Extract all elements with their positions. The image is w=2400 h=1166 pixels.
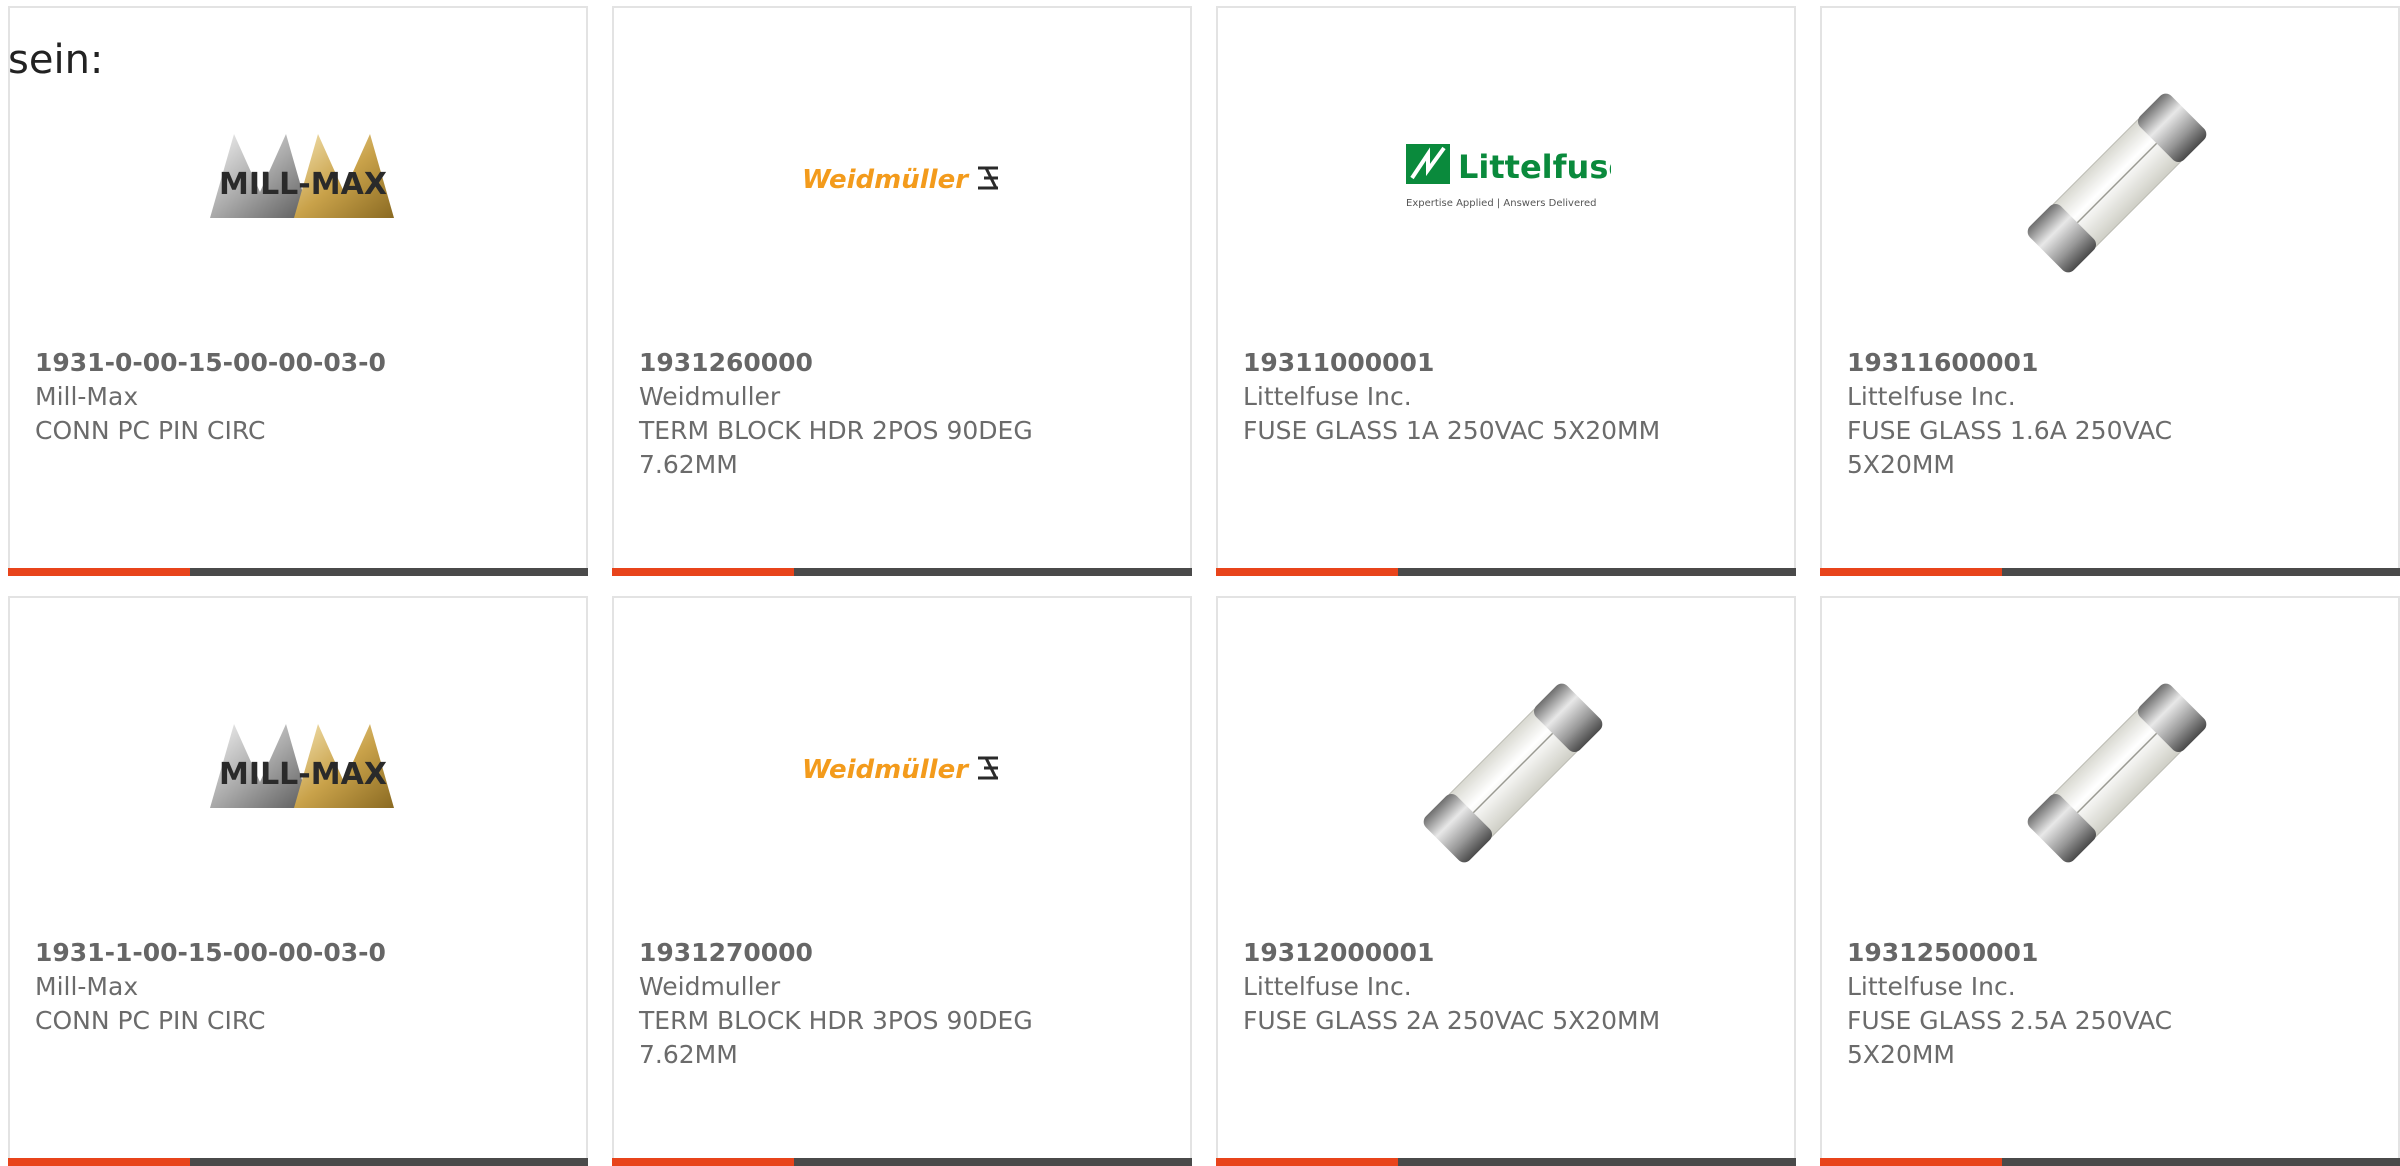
glass-fuse-icon xyxy=(2027,93,2207,273)
product-image xyxy=(1822,8,2398,338)
manufacturer: Weidmuller xyxy=(639,382,781,411)
product-card-19311000001[interactable]: Littelfuse Expertise Applied | Answers D… xyxy=(1216,6,1796,576)
card-bottom-bar xyxy=(612,1158,1192,1166)
description: FUSE GLASS 1A 250VAC 5X20MM xyxy=(1243,416,1661,445)
svg-text:Expertise Applied | Answers De: Expertise Applied | Answers Delivered xyxy=(1406,198,1597,209)
product-card-19311600001[interactable]: 19311600001 Littelfuse Inc. FUSE GLASS 1… xyxy=(1820,6,2400,576)
product-card-1931260000[interactable]: Weidmüller 1931260000 Weidmuller TERM BL… xyxy=(612,6,1192,576)
description: TERM BLOCK HDR 2POS 90DEG 7.62MM xyxy=(639,416,1033,479)
description: CONN PC PIN CIRC xyxy=(35,1006,266,1035)
description: FUSE GLASS 1.6A 250VAC 5X20MM xyxy=(1847,416,2173,479)
description: CONN PC PIN CIRC xyxy=(35,416,266,445)
mill-max-logo-icon: MILL-MAX xyxy=(210,724,394,808)
part-number[interactable]: 1931270000 xyxy=(639,936,1069,970)
svg-text:MILL-MAX: MILL-MAX xyxy=(219,757,387,792)
manufacturer: Littelfuse Inc. xyxy=(1847,382,2016,411)
product-card-19312000001[interactable]: 19312000001 Littelfuse Inc. FUSE GLASS 2… xyxy=(1216,596,1796,1166)
card-bottom-bar xyxy=(612,568,1192,576)
product-image: Weidmüller xyxy=(614,8,1190,338)
svg-text:MILL-MAX: MILL-MAX xyxy=(219,167,387,202)
part-number[interactable]: 19311600001 xyxy=(1847,346,2277,380)
product-card-1931-0-00-15-00-00-03-0[interactable]: MILL-MAX 1931-0-00-15-00-00-03-0 Mill-Ma… xyxy=(8,6,588,576)
svg-text:Weidmüller: Weidmüller xyxy=(802,165,970,195)
product-grid: MILL-MAX 1931-0-00-15-00-00-03-0 Mill-Ma… xyxy=(8,6,2400,1166)
card-bottom-bar xyxy=(1820,568,2400,576)
svg-text:Weidmüller: Weidmüller xyxy=(802,755,970,785)
product-card-1931-1-00-15-00-00-03-0[interactable]: MILL-MAX 1931-1-00-15-00-00-03-0 Mill-Ma… xyxy=(8,596,588,1166)
description: TERM BLOCK HDR 3POS 90DEG 7.62MM xyxy=(639,1006,1033,1069)
manufacturer: Weidmuller xyxy=(639,972,781,1001)
card-bottom-bar xyxy=(8,568,588,576)
weidmuller-logo-icon: Weidmüller xyxy=(802,165,998,195)
product-image: Littelfuse Expertise Applied | Answers D… xyxy=(1218,8,1794,338)
part-number[interactable]: 19311000001 xyxy=(1243,346,1673,380)
product-image xyxy=(1822,598,2398,928)
product-image: Weidmüller xyxy=(614,598,1190,928)
description: FUSE GLASS 2A 250VAC 5X20MM xyxy=(1243,1006,1661,1035)
product-card-19312500001[interactable]: 19312500001 Littelfuse Inc. FUSE GLASS 2… xyxy=(1820,596,2400,1166)
card-bottom-bar xyxy=(8,1158,588,1166)
part-number[interactable]: 1931-0-00-15-00-00-03-0 xyxy=(35,346,465,380)
part-number[interactable]: 1931260000 xyxy=(639,346,1069,380)
manufacturer: Littelfuse Inc. xyxy=(1847,972,2016,1001)
card-bottom-bar xyxy=(1216,1158,1796,1166)
product-card-1931270000[interactable]: Weidmüller 1931270000 Weidmuller TERM BL… xyxy=(612,596,1192,1166)
manufacturer: Mill-Max xyxy=(35,382,139,411)
manufacturer: Mill-Max xyxy=(35,972,139,1001)
weidmuller-logo-icon: Weidmüller xyxy=(802,755,998,785)
glass-fuse-icon xyxy=(2027,683,2207,863)
card-bottom-bar xyxy=(1820,1158,2400,1166)
part-number[interactable]: 1931-1-00-15-00-00-03-0 xyxy=(35,936,465,970)
description: FUSE GLASS 2.5A 250VAC 5X20MM xyxy=(1847,1006,2173,1069)
manufacturer: Littelfuse Inc. xyxy=(1243,972,1412,1001)
product-image xyxy=(1218,598,1794,928)
product-image: MILL-MAX xyxy=(10,598,586,928)
littelfuse-logo-icon: Littelfuse Expertise Applied | Answers D… xyxy=(1406,144,1611,209)
glass-fuse-icon xyxy=(1423,683,1603,863)
mill-max-logo-icon: MILL-MAX xyxy=(210,134,394,218)
card-bottom-bar xyxy=(1216,568,1796,576)
page-heading: sein: xyxy=(8,37,104,83)
part-number[interactable]: 19312500001 xyxy=(1847,936,2277,970)
manufacturer: Littelfuse Inc. xyxy=(1243,382,1412,411)
part-number[interactable]: 19312000001 xyxy=(1243,936,1673,970)
svg-text:Littelfuse: Littelfuse xyxy=(1458,148,1611,186)
